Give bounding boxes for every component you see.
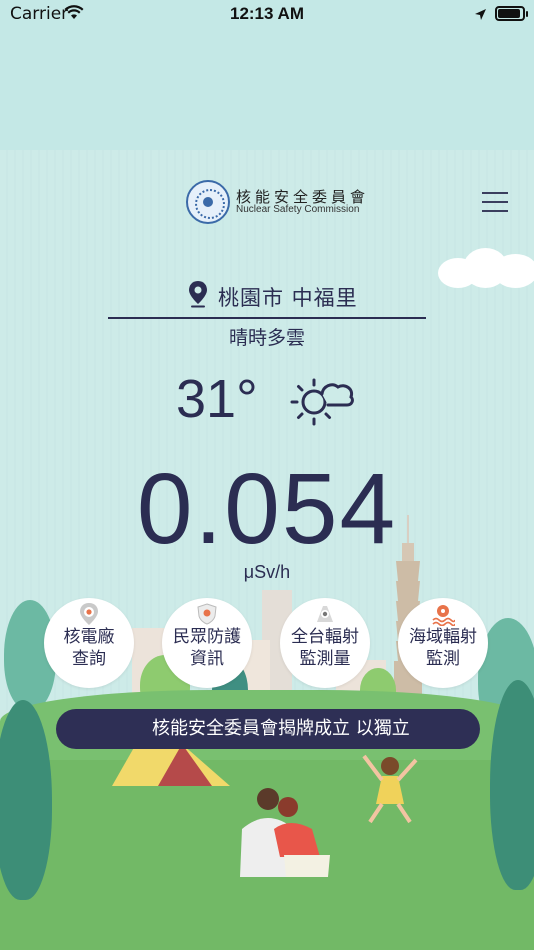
menu-line (482, 210, 508, 212)
sun-cloud-icon (290, 372, 356, 432)
sea-radiation-icon (431, 602, 456, 627)
news-marquee-banner[interactable]: 核能安全委員會揭牌成立 以獨立 (56, 709, 480, 749)
nsc-logo (186, 180, 230, 224)
status-time: 12:13 AM (229, 4, 304, 23)
org-name-en: Nuclear Safety Commission (236, 204, 360, 215)
location-name[interactable]: 桃園市 中福里 (218, 282, 358, 312)
nuclear-plant-query-button[interactable]: 核電廠 查詢 (44, 598, 134, 688)
radiation-shield-icon (195, 602, 219, 626)
label-line: 全台輻射 (291, 627, 359, 647)
nationwide-radiation-monitoring-button[interactable]: 全台輻射 監測量 (280, 598, 370, 688)
location-underline (108, 317, 426, 319)
menu-line (482, 192, 508, 194)
location-arrow-icon (474, 6, 487, 26)
cloud-puff (493, 254, 534, 288)
sea-radiation-monitoring-button[interactable]: 海域輻射 監測 (398, 598, 488, 688)
news-marquee-text: 核能安全委員會揭牌成立 以獨立 (152, 718, 410, 739)
label-line: 資訊 (190, 649, 224, 669)
label-line: 查詢 (72, 649, 106, 669)
radiation-reading: 0.054 (136, 453, 398, 565)
battery-icon (495, 6, 528, 21)
label-line: 民眾防護 (173, 627, 241, 647)
weather-description: 晴時多雲 (228, 327, 305, 349)
people-illustration (224, 785, 334, 889)
quick-link-label: 核電廠 查詢 (44, 626, 134, 670)
label-line: 海域輻射 (409, 627, 477, 647)
radiation-unit: μSv/h (243, 562, 291, 582)
location-pin-icon (188, 280, 208, 312)
menu-line (482, 201, 508, 203)
temperature: 31° (176, 369, 258, 429)
quick-link-label: 民眾防護 資訊 (162, 626, 252, 670)
label-line: 監測量 (299, 649, 351, 669)
battery-fill (498, 9, 520, 18)
quick-link-label: 全台輻射 監測量 (280, 626, 370, 670)
quick-link-label: 海域輻射 監測 (398, 626, 488, 670)
public-protection-info-button[interactable]: 民眾防護 資訊 (162, 598, 252, 688)
hamburger-menu-icon[interactable] (482, 192, 510, 214)
radiation-pin-icon (77, 602, 101, 626)
cloud-decoration (438, 248, 534, 288)
radiation-monitor-icon (313, 602, 337, 626)
label-line: 核電廠 (63, 627, 115, 647)
label-line: 監測 (426, 649, 460, 669)
status-bar: Carrier 12:13 AM (0, 0, 534, 30)
child-illustration (360, 752, 420, 832)
